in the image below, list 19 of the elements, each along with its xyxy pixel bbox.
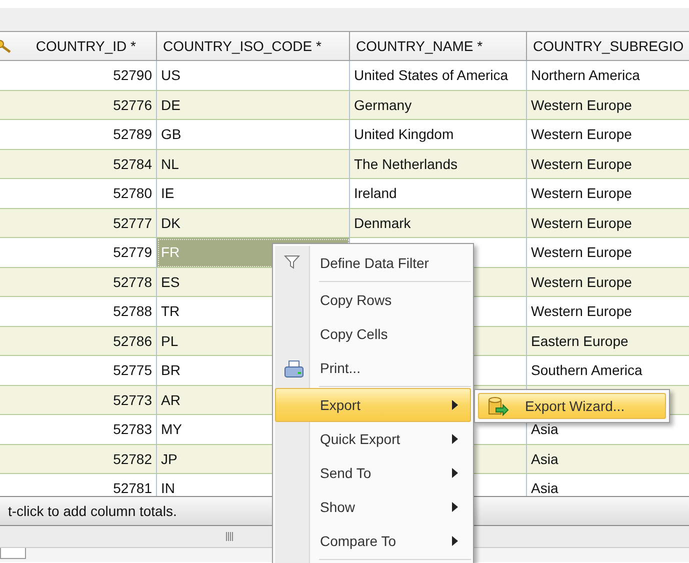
table-cell: Asia [527, 444, 689, 474]
table-cell: NL [157, 150, 350, 179]
table-cell: 52773 [0, 386, 157, 415]
table-cell: Denmark [350, 208, 527, 238]
table-cell: 52786 [0, 326, 157, 356]
table-cell: The Netherlands [350, 150, 527, 179]
table-cell: Western Europe [527, 208, 689, 238]
table-cell: Western Europe [527, 268, 689, 297]
table-cell: 52776 [0, 90, 157, 120]
table-cell: 52784 [0, 150, 157, 179]
table-cell: Germany [350, 90, 527, 120]
table-cell: DK [157, 208, 350, 238]
table-cell: Western Europe [527, 90, 689, 120]
table-cell: DE [157, 90, 350, 120]
table-cell: 52778 [0, 268, 157, 297]
table-cell: 52777 [0, 208, 157, 238]
table-cell: 52782 [0, 444, 157, 474]
table-cell: Western Europe [527, 150, 689, 179]
table-cell: Eastern Europe [527, 326, 689, 356]
